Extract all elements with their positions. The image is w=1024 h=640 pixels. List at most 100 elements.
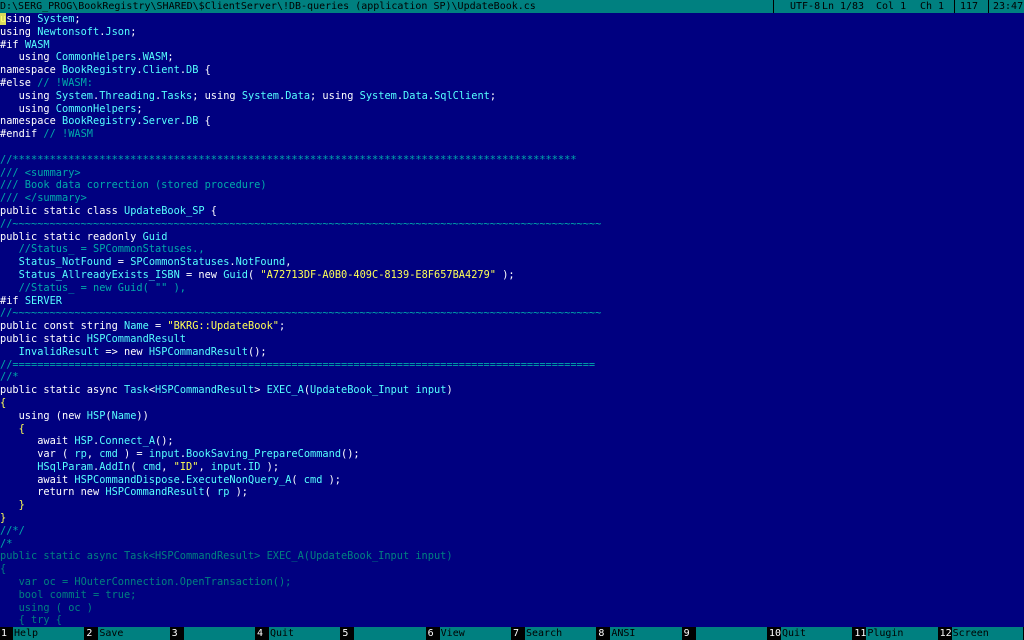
code-line[interactable]: public const string Name = "BKRG::Update… xyxy=(0,320,1024,333)
fkey-1-help[interactable]: 1 Help xyxy=(0,627,85,640)
code-line[interactable]: } xyxy=(0,512,1024,525)
fkey-label: View xyxy=(439,627,511,640)
code-line[interactable]: return new HSPCommandResult( rp ); xyxy=(0,486,1024,499)
line-position: 1/83 xyxy=(840,1,865,12)
column-indicator: Col 1 xyxy=(876,1,907,12)
code-token: { xyxy=(204,204,217,217)
code-line[interactable]: using Newtonsoft.Json; xyxy=(0,26,1024,39)
code-line[interactable]: Status_AllreadyExists_ISBN = new Guid( "… xyxy=(0,269,1024,282)
code-token: , xyxy=(198,460,211,473)
code-token: (); xyxy=(248,345,267,358)
function-key-bar: 1 Help 2 Save 3 4 Quit 5 6 View 7 Search 8 ANSI 9 10 Qui… xyxy=(0,627,1024,640)
code-token: ; using xyxy=(192,89,242,102)
code-line[interactable]: namespace BookRegistry.Client.DB { xyxy=(0,64,1024,77)
code-editor-area[interactable]: using System; using Newtonsoft.Json; #if W… xyxy=(0,13,1024,627)
code-token: ( xyxy=(291,473,304,486)
code-line[interactable]: //Status_ = new Guid( "" ), xyxy=(0,282,1024,295)
fkey-2-save[interactable]: 2 Save xyxy=(85,627,170,640)
code-line[interactable]: #if SERVER xyxy=(0,295,1024,308)
code-token: NotFound xyxy=(235,256,286,269)
code-token: using xyxy=(0,102,56,115)
code-token: #if xyxy=(0,38,25,51)
code-line[interactable]: { xyxy=(0,563,1024,576)
code-line[interactable]: bool commit = true; xyxy=(0,589,1024,602)
code-token: { xyxy=(198,115,211,128)
code-line[interactable]: #endif // !WASM xyxy=(0,128,1024,141)
code-token: DB xyxy=(186,115,199,128)
code-line[interactable]: /* xyxy=(0,538,1024,551)
code-line[interactable]: await HSP.Connect_A(); xyxy=(0,435,1024,448)
fkey-11-plugin[interactable]: 11 Plugin xyxy=(853,627,938,640)
text-cursor xyxy=(0,13,6,25)
code-token: ( xyxy=(130,460,143,473)
code-token: { xyxy=(0,422,25,435)
code-line[interactable]: //Status_ = SPCommonStatuses., xyxy=(0,243,1024,256)
code-token: //*/ xyxy=(0,524,25,537)
fkey-number: 10 xyxy=(768,627,782,640)
code-line[interactable]: public static class UpdateBook_SP { xyxy=(0,205,1024,218)
code-token: InvalidResult xyxy=(18,345,100,358)
code-line[interactable]: using (new HSP(Name)) xyxy=(0,410,1024,423)
code-line[interactable]: public static HSPCommandResult xyxy=(0,333,1024,346)
code-line[interactable]: { try { xyxy=(0,614,1024,627)
fkey-label xyxy=(354,627,426,640)
code-token: ; xyxy=(74,13,81,25)
code-line[interactable]: //~~~~~~~~~~~~~~~~~~~~~~~~~~~~~~~~~~~~~~… xyxy=(0,218,1024,231)
code-line[interactable]: var ( rp, cmd ) = input.BookSaving_Prepa… xyxy=(0,448,1024,461)
code-line[interactable]: //*/ xyxy=(0,525,1024,538)
char-code: 117 xyxy=(960,1,979,12)
code-line[interactable]: var oc = HOuterConnection.OpenTransactio… xyxy=(0,576,1024,589)
code-line[interactable]: { xyxy=(0,397,1024,410)
code-line[interactable]: HSqlParam.AddIn( cmd, "ID", input.ID ); xyxy=(0,461,1024,474)
code-line[interactable]: public static async Task<HSPCommandResul… xyxy=(0,384,1024,397)
code-token: Name xyxy=(111,409,137,422)
code-line[interactable]: //======================================… xyxy=(0,359,1024,372)
code-line[interactable]: #if WASM xyxy=(0,39,1024,52)
fkey-5[interactable]: 5 xyxy=(341,627,426,640)
code-token: //======================================… xyxy=(0,358,596,371)
code-token: bool commit = true; xyxy=(0,588,137,601)
encoding-indicator[interactable]: UTF-8 xyxy=(790,0,820,13)
fkey-6-view[interactable]: 6 View xyxy=(426,627,511,640)
fkey-12-screen[interactable]: 12 Screen xyxy=(938,627,1023,640)
code-line[interactable]: using CommonHelpers; xyxy=(0,103,1024,116)
code-line[interactable]: //**************************************… xyxy=(0,154,1024,167)
code-line[interactable]: /// <summary> xyxy=(0,167,1024,180)
code-token: BookRegistry xyxy=(62,115,137,128)
code-token: System xyxy=(55,89,93,102)
code-line[interactable]: using ( oc ) xyxy=(0,602,1024,615)
status-separator xyxy=(988,0,989,13)
fkey-7-search[interactable]: 7 Search xyxy=(512,627,597,640)
code-line[interactable]: } xyxy=(0,499,1024,512)
code-line[interactable]: namespace BookRegistry.Server.DB { xyxy=(0,115,1024,128)
code-token: Server xyxy=(142,115,180,128)
code-token: await xyxy=(0,435,75,448)
code-line[interactable]: #else // !WASM: xyxy=(0,77,1024,90)
fkey-4-quit[interactable]: 4 Quit xyxy=(256,627,341,640)
code-line[interactable]: Status_NotFound = SPCommonStatuses.NotFo… xyxy=(0,256,1024,269)
code-line[interactable]: { xyxy=(0,423,1024,436)
code-line[interactable]: public static readonly Guid xyxy=(0,231,1024,244)
code-token: ; xyxy=(167,51,174,64)
fkey-number: 6 xyxy=(426,627,440,640)
fkey-9[interactable]: 9 xyxy=(682,627,767,640)
code-line[interactable]: using CommonHelpers.WASM; xyxy=(0,51,1024,64)
code-line[interactable] xyxy=(0,141,1024,154)
fkey-3[interactable]: 3 xyxy=(170,627,255,640)
code-line[interactable]: using System.Threading.Tasks; using Syst… xyxy=(0,90,1024,103)
fkey-8-ansi[interactable]: 8 ANSI xyxy=(597,627,682,640)
code-line[interactable]: //~~~~~~~~~~~~~~~~~~~~~~~~~~~~~~~~~~~~~~… xyxy=(0,307,1024,320)
code-line[interactable]: InvalidResult => new HSPCommandResult(); xyxy=(0,346,1024,359)
code-token: HSP xyxy=(74,435,94,448)
code-line[interactable]: public static async Task<HSPCommandResul… xyxy=(0,550,1024,563)
code-token: ; using xyxy=(310,89,360,102)
code-line[interactable]: await HSPCommandDispose.ExecuteNonQuery_… xyxy=(0,474,1024,487)
fkey-10-quit[interactable]: 10 Quit xyxy=(768,627,853,640)
code-line[interactable]: using System; xyxy=(0,13,1024,26)
code-line[interactable]: /// Book data correction (stored procedu… xyxy=(0,179,1024,192)
code-line[interactable]: //* xyxy=(0,371,1024,384)
code-token: Newtonsoft xyxy=(37,25,100,38)
code-line[interactable]: /// </summary> xyxy=(0,192,1024,205)
clock: 23:47 xyxy=(993,1,1024,12)
